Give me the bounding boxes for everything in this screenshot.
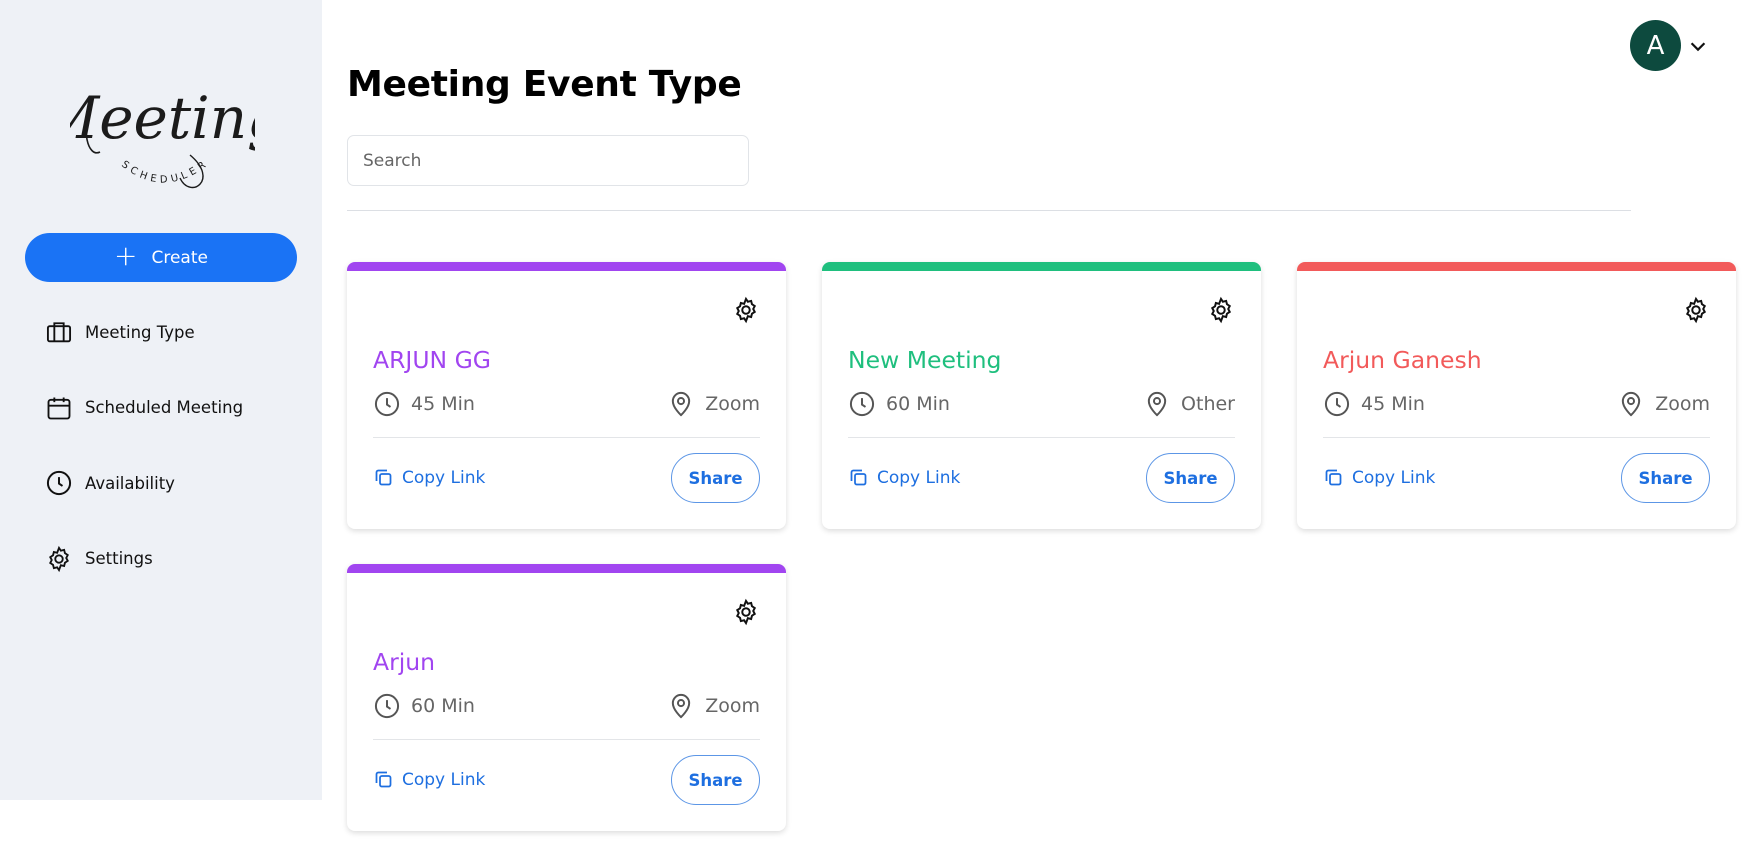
event-card: Arjun Ganesh 45 Min Zoom Copy Link Share (1297, 262, 1736, 529)
card-divider (848, 437, 1235, 438)
location-pin-icon (672, 694, 691, 719)
event-meta: 60 Min Other (848, 390, 1235, 418)
gear-icon[interactable] (1682, 296, 1710, 324)
copy-link-label: Copy Link (402, 467, 486, 488)
event-meta: 45 Min Zoom (1323, 390, 1710, 418)
calendar-icon (47, 397, 71, 419)
event-location: Other (1181, 393, 1235, 415)
event-duration: 45 Min (411, 393, 475, 415)
gear-icon[interactable] (1207, 296, 1235, 324)
share-button[interactable]: Share (1146, 453, 1235, 503)
event-location: Zoom (705, 695, 760, 717)
event-duration: 60 Min (886, 393, 950, 415)
gear-icon[interactable] (732, 296, 760, 324)
copy-link-button[interactable]: Copy Link (1323, 467, 1435, 488)
copy-link-button[interactable]: Copy Link (373, 467, 485, 488)
clock-icon (1324, 391, 1350, 417)
event-location: Zoom (1655, 393, 1710, 415)
create-button[interactable]: + Create (25, 233, 297, 282)
avatar[interactable]: A (1630, 20, 1681, 71)
plus-icon: + (114, 239, 138, 272)
share-button[interactable]: Share (671, 453, 760, 503)
card-divider (373, 739, 760, 740)
copy-link-label: Copy Link (877, 467, 961, 488)
event-duration: 60 Min (411, 695, 475, 717)
sidebar-item-label: Scheduled Meeting (85, 398, 244, 417)
create-label: Create (151, 247, 208, 268)
copy-link-label: Copy Link (1352, 467, 1436, 488)
event-location: Zoom (705, 393, 760, 415)
svg-text:Meeting: Meeting (70, 84, 255, 152)
card-divider (1323, 437, 1710, 438)
search-input[interactable] (347, 135, 749, 186)
location-pin-icon (672, 392, 691, 417)
divider (347, 210, 1631, 211)
card-divider (373, 437, 760, 438)
location-pin-icon (1147, 392, 1167, 417)
event-card: ARJUN GG 45 Min Zoom Copy Link Share (347, 262, 786, 529)
copy-icon (850, 469, 867, 486)
sidebar-item-label: Settings (85, 549, 153, 568)
user-menu[interactable]: A (1630, 20, 1709, 71)
copy-icon (375, 469, 392, 486)
sidebar-nav: Meeting Type Scheduled Meeting Availabil… (45, 312, 305, 614)
copy-link-button[interactable]: Copy Link (848, 467, 960, 488)
copy-link-label: Copy Link (402, 769, 486, 790)
sidebar-item-settings[interactable]: Settings (45, 539, 305, 579)
copy-icon (1325, 469, 1342, 486)
clock-icon (46, 470, 72, 496)
event-name: New Meeting (848, 346, 1002, 374)
copy-link-button[interactable]: Copy Link (373, 769, 485, 790)
page-title: Meeting Event Type (347, 64, 742, 105)
card-color-bar (1297, 262, 1736, 271)
location-pin-icon (1622, 392, 1641, 417)
event-name: ARJUN GG (373, 346, 492, 374)
sidebar-item-availability[interactable]: Availability (45, 463, 305, 503)
event-card: Arjun 60 Min Zoom Copy Link Share (347, 564, 786, 831)
sidebar: Meeting SCHEDULER + Create Meeting Type … (0, 0, 322, 800)
card-color-bar (822, 262, 1261, 271)
sidebar-item-label: Meeting Type (85, 322, 195, 342)
clock-icon (374, 391, 400, 417)
share-button[interactable]: Share (1621, 453, 1710, 503)
event-name: Arjun Ganesh (1323, 346, 1482, 374)
clock-icon (374, 693, 400, 719)
event-meta: 60 Min Zoom (373, 692, 760, 720)
chevron-down-icon[interactable] (1687, 35, 1709, 57)
card-color-bar (347, 564, 786, 573)
event-card: New Meeting 60 Min Other Copy Link Share (822, 262, 1261, 529)
copy-icon (375, 771, 392, 788)
event-duration: 45 Min (1361, 393, 1425, 415)
sidebar-item-scheduled-meeting[interactable]: Scheduled Meeting (45, 388, 305, 428)
share-button[interactable]: Share (671, 755, 760, 805)
gear-icon (49, 545, 69, 572)
briefcase-icon (46, 322, 72, 343)
meeting-scheduler-logo: Meeting SCHEDULER (70, 84, 255, 189)
clock-icon (849, 391, 875, 417)
sidebar-item-meeting-type[interactable]: Meeting Type (45, 312, 305, 352)
card-color-bar (347, 262, 786, 271)
event-name: Arjun (373, 648, 436, 676)
gear-icon[interactable] (732, 598, 760, 626)
sidebar-item-label: Availability (85, 473, 175, 493)
event-meta: 45 Min Zoom (373, 390, 760, 418)
